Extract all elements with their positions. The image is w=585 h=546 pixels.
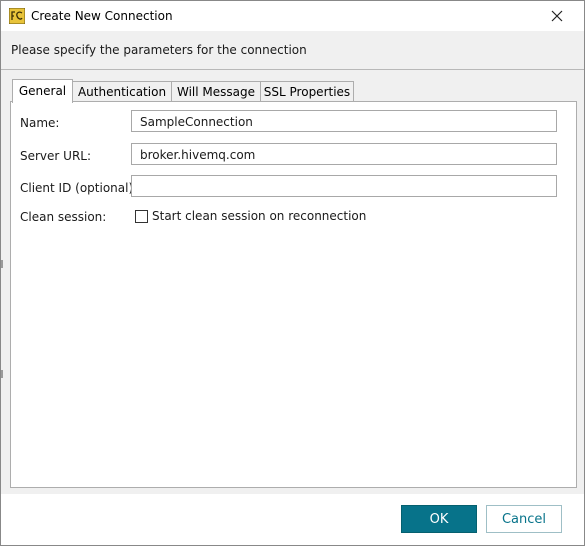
clean-session-checkbox[interactable] <box>135 210 148 223</box>
dialog-header: Please specify the parameters for the co… <box>1 31 584 69</box>
window-title: Create New Connection <box>31 9 173 23</box>
server-url-input[interactable]: broker.hivemq.com <box>131 143 557 165</box>
app-logo-icon <box>9 8 25 24</box>
tab-authentication[interactable]: Authentication <box>72 81 172 102</box>
dialog-footer: OK Cancel <box>1 494 584 545</box>
client-id-input[interactable] <box>131 175 557 197</box>
dialog-window: Create New Connection Please specify the… <box>0 0 585 546</box>
title-bar[interactable]: Create New Connection <box>1 1 584 31</box>
tab-general[interactable]: General <box>12 79 73 103</box>
header-description: Please specify the parameters for the co… <box>11 43 307 57</box>
resize-marker <box>1 370 3 378</box>
ok-button[interactable]: OK <box>401 505 477 533</box>
clean-session-checkbox-label[interactable]: Start clean session on reconnection <box>152 209 366 223</box>
name-input[interactable]: SampleConnection <box>131 110 557 132</box>
tab-ssl-properties[interactable]: SSL Properties <box>260 81 354 102</box>
resize-marker <box>1 260 3 268</box>
dialog-content: General Authentication Will Message SSL … <box>1 69 584 495</box>
server-url-label: Server URL: <box>20 149 92 163</box>
name-label: Name: <box>20 116 60 130</box>
general-panel: Name: SampleConnection Server URL: broke… <box>10 101 577 488</box>
close-icon[interactable] <box>547 6 567 26</box>
clean-session-label: Clean session: <box>20 210 107 224</box>
cancel-button[interactable]: Cancel <box>486 505 562 533</box>
client-id-label: Client ID (optional): <box>20 181 138 195</box>
tab-will-message[interactable]: Will Message <box>171 81 261 102</box>
